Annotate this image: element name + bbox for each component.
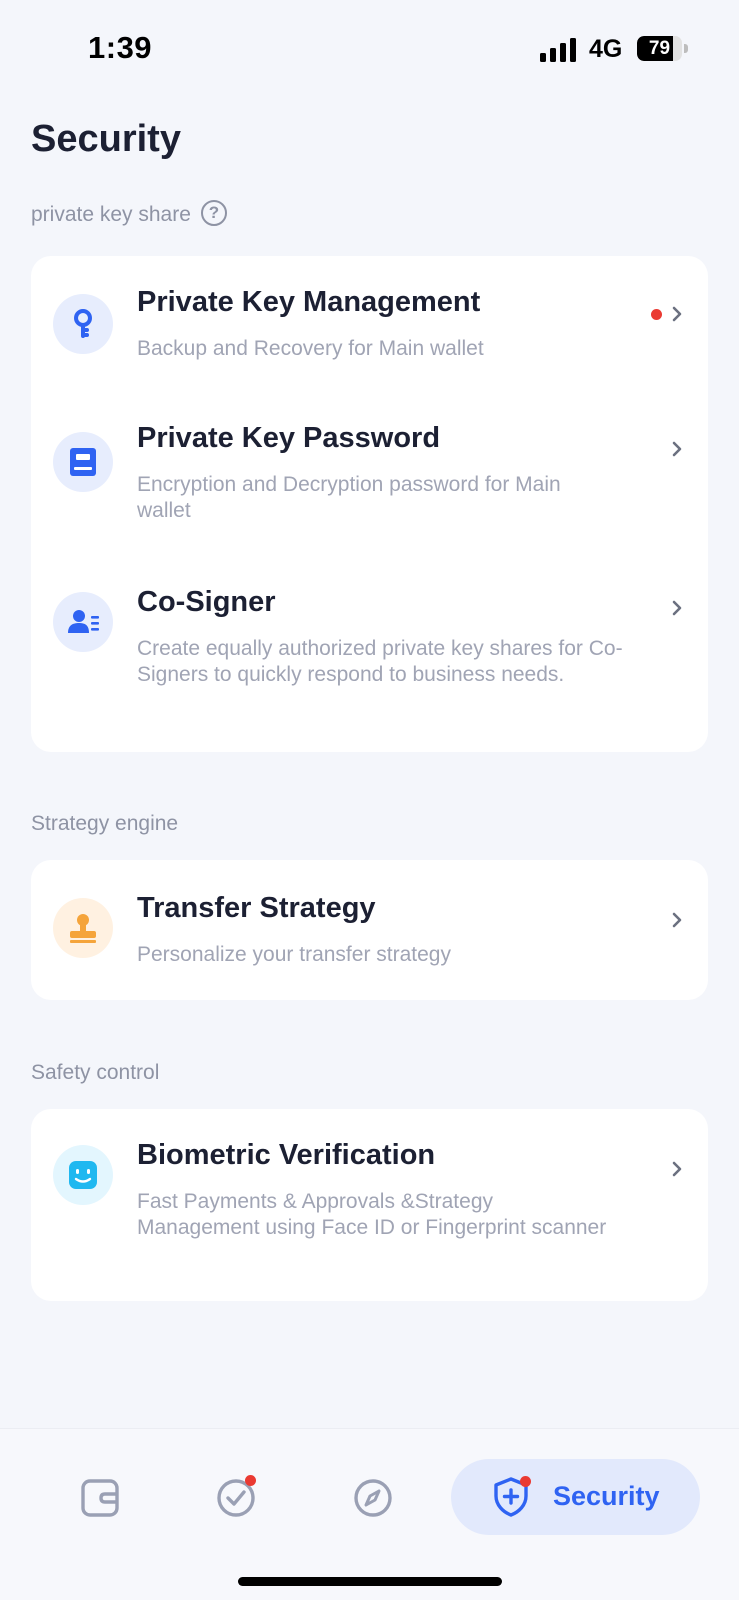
tab-security[interactable]: Security [451,1459,700,1535]
chevron-right-icon [672,306,682,322]
co-signer-icon [53,592,113,652]
chevron-right-icon [672,912,682,928]
tab-wallet[interactable] [60,1459,140,1535]
chevron-right-icon [672,441,682,457]
item-title: Co-Signer [137,586,276,618]
home-indicator [238,1577,502,1586]
item-description: Create equally authorized private key sh… [137,637,623,686]
section-label-strategy-engine: Strategy engine [31,812,179,835]
page-title: Security [31,118,181,160]
item-title: Private Key Management [137,286,481,318]
safety-control-card: Biometric Verification Fast Payments & A… [31,1109,708,1301]
private-key-management-item[interactable]: Private Key Management Backup and Recove… [31,256,708,376]
section-label-safety-control: Safety control [31,1061,160,1084]
chevron-right-icon [672,1161,682,1177]
network-type-label: 4G [589,35,623,63]
battery-percentage: 79 [648,38,671,59]
transfer-strategy-item[interactable]: Transfer Strategy Personalize your trans… [31,860,708,1000]
compass-icon [354,1479,392,1517]
item-title: Private Key Password [137,422,441,454]
private-key-password-item[interactable]: Private Key Password Encryption and Decr… [31,396,708,536]
security-screen: 1:39 4G 79 Security private key share? P… [0,0,739,1600]
status-bar: 1:39 4G 79 [0,0,739,100]
private-key-share-card: Private Key Management Backup and Recove… [31,256,708,752]
item-description: Backup and Recovery for Main wallet [137,337,484,360]
co-signer-item[interactable]: Co-Signer Create equally authorized priv… [31,562,708,752]
item-description: Encryption and Decryption password for M… [137,473,561,522]
help-icon[interactable]: ? [200,200,227,227]
cellular-signal-icon [540,38,576,62]
section-label-private-key-share: private key share? [31,200,227,227]
strategy-engine-card: Transfer Strategy Personalize your trans… [31,860,708,1000]
item-description: Personalize your transfer strategy [137,943,451,966]
tab-security-label: Security [553,1481,660,1511]
tab-approvals[interactable] [196,1459,276,1535]
password-book-icon [53,432,113,492]
section-label-text: private key share [31,203,191,226]
notification-dot [245,1475,256,1486]
tab-discover[interactable] [333,1459,413,1535]
battery-icon: 79 [637,36,688,61]
item-description: Fast Payments & Approvals &Strategy Mana… [137,1190,607,1239]
notification-dot [651,309,662,320]
bottom-tab-bar: Security [0,1428,739,1600]
biometric-verification-item[interactable]: Biometric Verification Fast Payments & A… [31,1109,708,1301]
wallet-icon [81,1479,119,1517]
chevron-right-icon [672,600,682,616]
status-time: 1:39 [88,30,153,65]
face-id-icon [53,1145,113,1205]
item-title: Biometric Verification [137,1139,436,1171]
key-icon [53,294,113,354]
stamp-icon [53,898,113,958]
item-title: Transfer Strategy [137,892,376,924]
notification-dot [520,1476,531,1487]
